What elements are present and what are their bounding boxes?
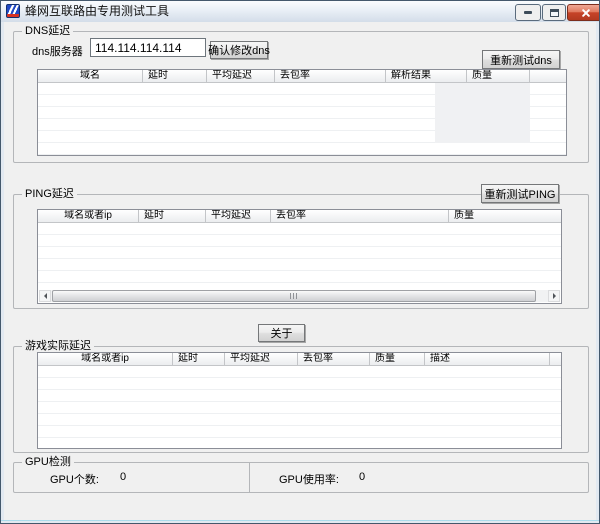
maximize-icon: [550, 9, 559, 17]
column-header[interactable]: 延时: [143, 70, 207, 82]
retest-ping-button[interactable]: 重新测试PING: [481, 184, 559, 203]
scroll-left-icon[interactable]: [39, 290, 51, 302]
gpu-group: GPU检测 GPU个数: 0 GPU使用率: 0: [13, 462, 589, 493]
ping-list-body[interactable]: [38, 223, 561, 290]
dns-list-header: 域名 延时 平均延迟 丢包率 解析结果 质量: [38, 70, 566, 83]
scrollbar-thumb[interactable]: [52, 290, 536, 302]
column-header[interactable]: 解析结果: [386, 70, 467, 82]
column-header[interactable]: 域名或者ip: [38, 210, 139, 222]
window-frame-right: [596, 22, 599, 523]
dns-list-body[interactable]: [38, 83, 566, 155]
gpu-usage-label: GPU使用率:: [279, 471, 339, 487]
minimize-button[interactable]: [515, 4, 541, 21]
column-header[interactable]: 质量: [370, 353, 425, 365]
ping-horizontal-scrollbar[interactable]: [39, 290, 560, 302]
column-header[interactable]: 平均延迟: [206, 210, 271, 222]
column-header[interactable]: 丢包率: [275, 70, 386, 82]
dns-server-input[interactable]: [90, 38, 206, 57]
column-header[interactable]: 平均延迟: [225, 353, 298, 365]
gpu-usage-value: 0: [359, 471, 365, 483]
scroll-right-icon[interactable]: [548, 290, 560, 302]
scrollbar-grip-icon: [290, 293, 298, 299]
column-header[interactable]: 描述: [425, 353, 550, 365]
dns-server-label: dns服务器: [32, 43, 83, 59]
column-header-empty: [530, 70, 566, 82]
close-button[interactable]: [567, 4, 600, 21]
gpu-count-label: GPU个数:: [50, 471, 99, 487]
column-header[interactable]: 域名或者ip: [38, 353, 173, 365]
column-header[interactable]: 质量: [449, 210, 561, 222]
game-list-header: 域名或者ip 延时 平均延迟 丢包率 质量 描述: [38, 353, 561, 366]
column-header[interactable]: 丢包率: [271, 210, 449, 222]
ping-group-label: PING延迟: [22, 188, 77, 201]
dns-group-label: DNS延迟: [22, 25, 73, 38]
column-header[interactable]: 平均延迟: [207, 70, 275, 82]
column-header[interactable]: 丢包率: [298, 353, 370, 365]
maximize-button[interactable]: [542, 4, 566, 21]
game-list: 域名或者ip 延时 平均延迟 丢包率 质量 描述: [37, 352, 562, 449]
window-title: 蜂网互联路由专用测试工具: [25, 1, 169, 22]
gpu-group-label: GPU检测: [22, 456, 74, 469]
gpu-group-divider: [249, 463, 250, 492]
retest-dns-button[interactable]: 重新测试dns: [482, 50, 560, 69]
dns-list: 域名 延时 平均延迟 丢包率 解析结果 质量: [37, 69, 567, 156]
window-frame-left: [1, 22, 4, 523]
ping-group: PING延迟 域名或者ip 延时 平均延迟 丢包率 质量: [13, 194, 589, 309]
dns-list-gray-region: [435, 83, 530, 143]
game-list-body[interactable]: [38, 366, 561, 448]
game-group: 游戏实际延迟 域名或者ip 延时 平均延迟 丢包率 质量 描述: [13, 346, 589, 453]
about-button[interactable]: 关于: [258, 324, 305, 342]
titlebar[interactable]: 蜂网互联路由专用测试工具: [1, 1, 599, 22]
dns-group: DNS延迟 dns服务器 确认修改dns 重新测试dns 域名 延时 平均延迟 …: [13, 31, 589, 163]
app-logo-icon: [6, 4, 20, 18]
column-header[interactable]: 延时: [173, 353, 225, 365]
app-window: 蜂网互联路由专用测试工具 DNS延迟 dns服务器 确认修改dns 重新测试dn…: [0, 0, 600, 524]
column-header[interactable]: 域名: [38, 70, 143, 82]
gpu-count-value: 0: [120, 471, 126, 483]
close-icon: [581, 8, 591, 18]
ping-list: 域名或者ip 延时 平均延迟 丢包率 质量: [37, 209, 562, 304]
ping-list-header: 域名或者ip 延时 平均延迟 丢包率 质量: [38, 210, 561, 223]
column-header-empty: [550, 353, 561, 365]
column-header[interactable]: 质量: [467, 70, 530, 82]
confirm-dns-button[interactable]: 确认修改dns: [210, 41, 268, 59]
column-header[interactable]: 延时: [139, 210, 206, 222]
minimize-icon: [524, 11, 532, 14]
window-frame-bottom: [1, 520, 599, 523]
